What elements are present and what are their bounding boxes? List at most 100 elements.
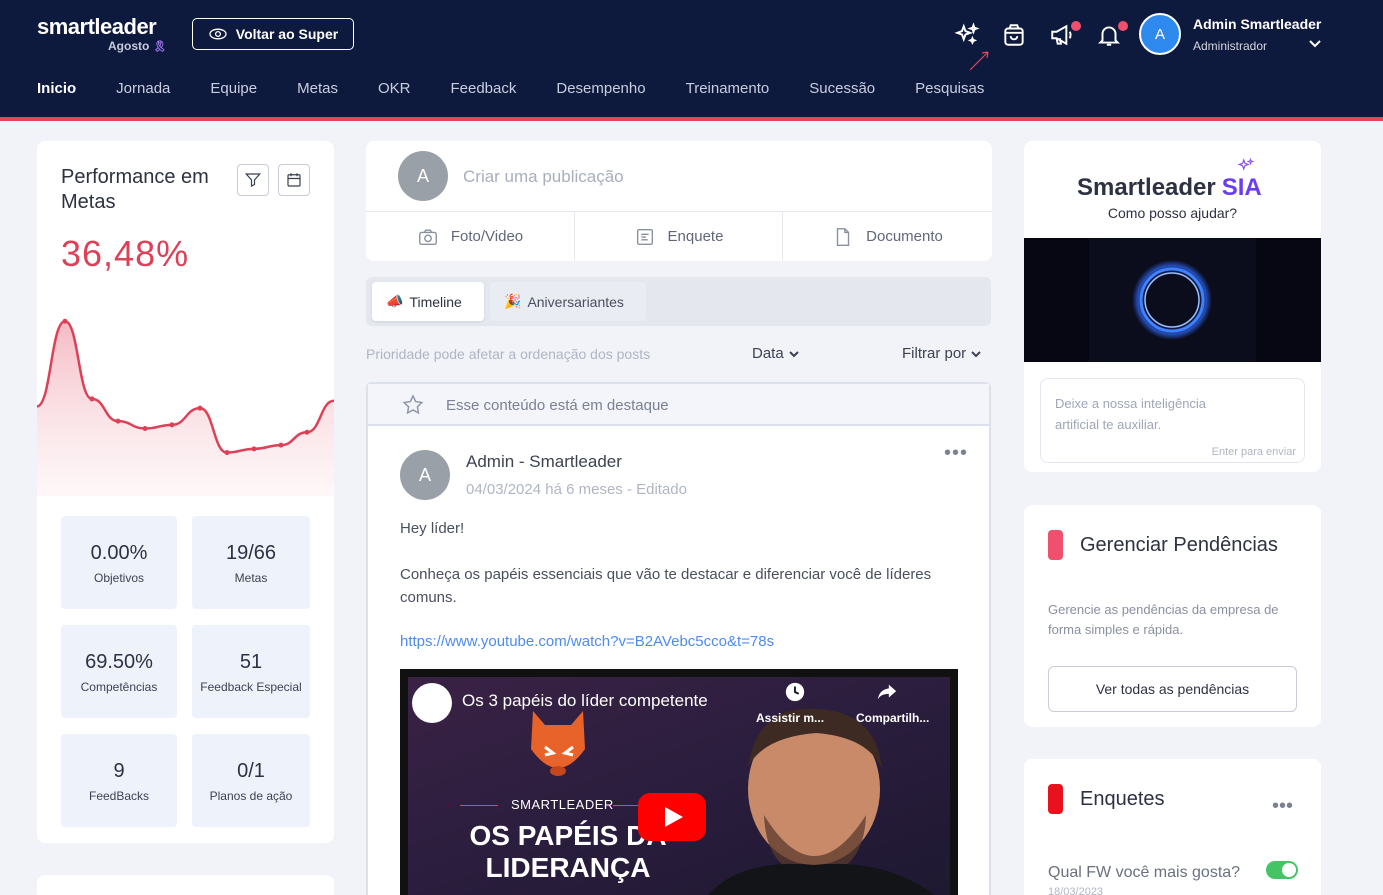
enquetes-card: Enquetes ••• Qual FW você mais gosta? 18… bbox=[1024, 759, 1321, 895]
document-icon bbox=[836, 227, 850, 246]
sia-accent: SIA bbox=[1221, 174, 1262, 201]
chart-point[interactable] bbox=[62, 318, 68, 324]
clock-icon[interactable] bbox=[784, 681, 806, 703]
nav-item-feedback[interactable]: Feedback bbox=[450, 80, 516, 97]
party-popper-icon: 📣 bbox=[386, 293, 404, 309]
documento-button[interactable]: Documento bbox=[783, 212, 992, 261]
chart-point[interactable] bbox=[89, 396, 95, 402]
sia-placeholder: Deixe a nossa inteligência artificial te… bbox=[1055, 396, 1207, 432]
sort-date-dropdown[interactable]: Data bbox=[752, 345, 800, 362]
sia-brand: Smartleader bbox=[1077, 174, 1216, 201]
featured-banner: Esse conteúdo está em destaque bbox=[368, 384, 989, 426]
more-options-icon[interactable]: ••• bbox=[1272, 795, 1293, 818]
share-button[interactable]: Compartilh... bbox=[856, 711, 929, 725]
brand-name: smartleader bbox=[37, 14, 157, 39]
performance-title: Performance em Metas bbox=[61, 166, 209, 213]
stat-label: Feedback Especial bbox=[200, 680, 302, 694]
main-nav: Inicio Jornada Equipe Metas OKR Feedback Desem… bbox=[37, 80, 1024, 97]
chevron-down-icon bbox=[788, 350, 799, 357]
chart-point[interactable] bbox=[278, 442, 284, 448]
tab-label: Timeline bbox=[409, 293, 462, 310]
chevron-down-icon[interactable] bbox=[1308, 37, 1322, 51]
stat-planos-de-acao[interactable]: 0/1 Planos de ação bbox=[192, 734, 310, 827]
star-icon bbox=[402, 394, 424, 415]
chart-point[interactable] bbox=[169, 422, 175, 428]
stat-value: 9 bbox=[113, 760, 125, 782]
sparkles-icon[interactable] bbox=[952, 20, 982, 50]
presenter-image bbox=[708, 708, 934, 895]
post-author-avatar[interactable]: A bbox=[400, 450, 450, 500]
chart-point[interactable] bbox=[251, 446, 257, 452]
stat-metas[interactable]: 19/66 Metas bbox=[192, 516, 310, 609]
post-greeting: Hey líder! bbox=[400, 520, 465, 537]
user-name[interactable]: Admin Smartleader bbox=[1193, 16, 1321, 32]
nav-item-desempenho[interactable]: Desempenho bbox=[556, 80, 645, 97]
bell-icon[interactable] bbox=[1094, 20, 1128, 50]
post-link[interactable]: https://www.youtube.com/watch?v=B2AVebc5… bbox=[400, 633, 774, 650]
shopping-bag-icon[interactable] bbox=[999, 20, 1029, 50]
more-options-icon[interactable]: ••• bbox=[944, 442, 968, 465]
chart-point[interactable] bbox=[224, 450, 230, 456]
sia-subtitle: Como posso ajudar? bbox=[1107, 205, 1238, 221]
stat-feedbacks[interactable]: 9 FeedBacks bbox=[61, 734, 177, 827]
stat-objetivos[interactable]: 0.00% Objetivos bbox=[61, 516, 177, 609]
enquete-button[interactable]: Enquete bbox=[575, 212, 782, 261]
user-avatar[interactable]: A bbox=[1139, 13, 1181, 55]
stat-feedback-especial[interactable]: 51 Feedback Especial bbox=[192, 625, 310, 718]
stat-competencias[interactable]: 69.50% Competências bbox=[61, 625, 177, 718]
chart-point[interactable] bbox=[142, 426, 148, 432]
voltar-label: Voltar ao Super bbox=[235, 26, 339, 42]
channel-avatar[interactable] bbox=[412, 683, 452, 723]
filter-button[interactable] bbox=[237, 164, 269, 196]
photo-video-button[interactable]: Foto/Video bbox=[366, 212, 574, 261]
tab-timeline[interactable]: 📣 Timeline bbox=[372, 282, 484, 321]
nav-item-treinamento[interactable]: Treinamento bbox=[686, 80, 770, 97]
performance-value: 36,48% bbox=[61, 233, 190, 274]
nav-item-sucessao[interactable]: Sucessão bbox=[809, 80, 875, 97]
option-label: Enquete bbox=[667, 228, 724, 245]
tab-aniversariantes[interactable]: 🎉 Aniversariantes bbox=[490, 282, 646, 321]
calendar-icon bbox=[287, 173, 301, 187]
chart-point[interactable] bbox=[197, 405, 203, 411]
video-title[interactable]: Os 3 papéis do líder competente bbox=[462, 691, 708, 711]
stat-value: 0.00% bbox=[90, 542, 148, 564]
filter-dropdown[interactable]: Filtrar por bbox=[902, 345, 982, 362]
smartleader-logo[interactable]: smartleader Agosto 🎗 bbox=[37, 14, 167, 53]
chart-area bbox=[37, 321, 334, 496]
poll-toggle[interactable] bbox=[1266, 861, 1298, 879]
video-brand: SMARTLEADER bbox=[511, 797, 614, 812]
ver-pendencias-button[interactable]: Ver todas as pendências bbox=[1048, 666, 1297, 712]
nav-item-okr[interactable]: OKR bbox=[378, 80, 411, 97]
post-date: 04/03/2024 há 6 meses - Editado bbox=[466, 481, 687, 498]
stat-label: Metas bbox=[234, 571, 268, 585]
watch-later-button[interactable]: Assistir m... bbox=[756, 711, 824, 725]
nav-item-jornada[interactable]: Jornada bbox=[116, 80, 170, 97]
ribbon-icon: 🎗 bbox=[152, 41, 167, 53]
nav-item-equipe[interactable]: Equipe bbox=[210, 80, 257, 97]
poll-question[interactable]: Qual FW você mais gosta? bbox=[1048, 864, 1240, 882]
month-text: Agosto bbox=[108, 39, 150, 53]
sia-title: Smartleader SIA bbox=[1077, 174, 1262, 202]
top-header: smartleader Agosto 🎗 Voltar ao Super A A… bbox=[0, 0, 1383, 117]
sia-assistant-card: Smartleader SIA Como posso ajudar? Deixe … bbox=[1024, 141, 1321, 472]
share-icon[interactable] bbox=[876, 681, 898, 703]
youtube-embed[interactable]: SMARTLEADER OS PAPÉIS DA LIDERANÇA Os 3 … bbox=[400, 669, 958, 895]
nav-item-metas[interactable]: Metas bbox=[297, 80, 338, 97]
sia-chat-input[interactable]: Deixe a nossa inteligência artificial te… bbox=[1040, 378, 1305, 463]
sia-animation bbox=[1024, 238, 1321, 362]
sia-enter-hint: Enter para enviar bbox=[1211, 446, 1296, 458]
post-author[interactable]: Admin - Smartleader bbox=[466, 452, 622, 472]
confetti-icon: 🎉 bbox=[504, 293, 522, 309]
megaphone-icon[interactable] bbox=[1047, 20, 1081, 50]
calendar-button[interactable] bbox=[278, 164, 310, 196]
chart-point[interactable] bbox=[115, 418, 121, 424]
chart-point[interactable] bbox=[304, 429, 310, 435]
pendencias-card: Gerenciar Pendências Gerencie as pendênc… bbox=[1024, 505, 1321, 727]
nav-item-inicio[interactable]: Inicio bbox=[37, 80, 76, 97]
play-button[interactable] bbox=[638, 793, 706, 841]
voltar-ao-super-button[interactable]: Voltar ao Super bbox=[192, 18, 354, 50]
create-post-input[interactable]: Criar uma publicação bbox=[463, 167, 624, 187]
stat-label: FeedBacks bbox=[88, 789, 150, 803]
accent-pill bbox=[1048, 784, 1063, 814]
nav-item-pesquisas[interactable]: Pesquisas bbox=[915, 80, 984, 97]
